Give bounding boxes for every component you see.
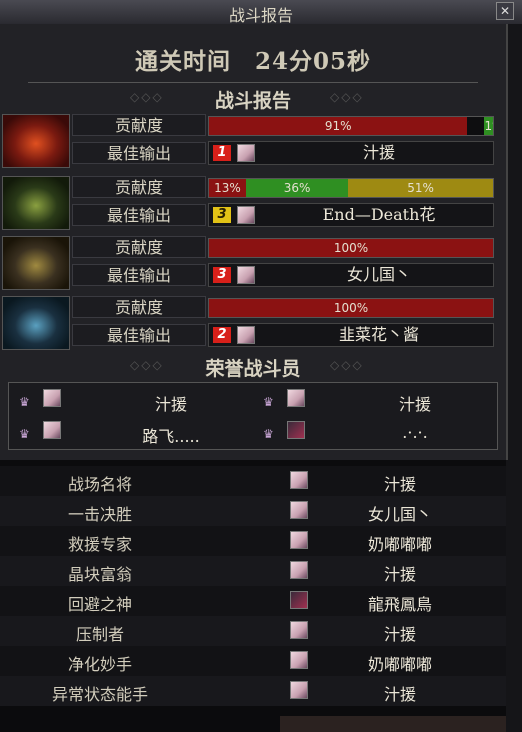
contribution-segment: 100%	[209, 239, 493, 257]
award-row[interactable]: 回避之神 龍飛鳳鳥	[0, 586, 506, 616]
section-title-report: 战斗报告	[214, 90, 291, 112]
award-title: 异常状态能手	[51, 685, 148, 704]
award-title: 回避之神	[67, 595, 132, 614]
contribution-bar: 100%	[208, 298, 494, 318]
green-demon-mask-icon	[2, 176, 70, 230]
best-player-name: 韭菜花丶酱	[338, 325, 419, 344]
rank-badge: 1	[213, 145, 231, 161]
award-winner: 奶嘟嘟嘟	[367, 535, 432, 554]
honor-member[interactable]: ♛ 路飞.....	[9, 419, 253, 449]
best-output-row[interactable]: 3 女儿国丶	[208, 263, 494, 287]
honor-member[interactable]: ♛ 汁援	[253, 387, 497, 417]
avatar	[287, 421, 305, 439]
contribution-segment: 91%	[209, 117, 468, 135]
window-title: 战斗报告	[228, 6, 293, 25]
section-title-honor: 荣誉战斗员	[205, 358, 301, 380]
best-output-row[interactable]: 2 韭菜花丶酱	[208, 323, 494, 347]
contribution-segment: 13%	[209, 179, 246, 197]
honor-member[interactable]: ♛ 汁援	[9, 387, 253, 417]
contribution-label: 贡献度	[72, 236, 206, 258]
award-winner: 汁援	[383, 685, 416, 704]
award-winner: 奶嘟嘟嘟	[367, 655, 432, 674]
honor-member-name: .·.·.	[402, 423, 428, 442]
honor-member-name: 汁援	[154, 395, 187, 414]
rank-badge: 2	[213, 327, 231, 343]
award-row[interactable]: 晶块富翁 汁援	[0, 556, 506, 586]
honor-member-name: 路飞.....	[142, 427, 200, 446]
award-winner: 女儿国丶	[367, 505, 432, 524]
avatar	[237, 326, 255, 344]
award-row[interactable]: 压制者 汁援	[0, 616, 506, 646]
contribution-segment: 36%	[245, 179, 349, 197]
award-row[interactable]: 战场名将 汁援	[0, 466, 506, 496]
rank-badge: 3	[213, 207, 231, 223]
award-row[interactable]: 一击决胜 女儿国丶	[0, 496, 506, 526]
best-player-name: End—Death花	[322, 205, 436, 224]
award-title: 救援专家	[67, 535, 132, 554]
award-title: 净化妙手	[67, 655, 132, 674]
award-winner: 汁援	[383, 625, 416, 644]
award-row[interactable]: 救援专家 奶嘟嘟嘟	[0, 526, 506, 556]
award-row[interactable]: 净化妙手 奶嘟嘟嘟	[0, 646, 506, 676]
crown-icon: ♛	[263, 395, 274, 409]
ornament-icon: ◇◇◇	[330, 90, 364, 104]
close-icon[interactable]: ✕	[496, 2, 514, 20]
award-title: 战场名将	[67, 475, 132, 494]
best-output-label: 最佳输出	[72, 324, 206, 346]
contribution-bar: 13% 36% 51%	[208, 178, 494, 198]
avatar	[287, 389, 305, 407]
divider	[28, 82, 478, 83]
red-demon-mask-icon	[2, 114, 70, 168]
crown-icon: ♛	[263, 427, 274, 441]
contribution-segment: 51%	[348, 179, 493, 197]
award-winner: 龍飛鳳鳥	[367, 595, 432, 614]
avatar	[43, 389, 61, 407]
contribution-label: 贡献度	[72, 176, 206, 198]
contribution-segment: 100%	[209, 299, 493, 317]
contribution-label: 贡献度	[72, 114, 206, 136]
best-output-label: 最佳输出	[72, 142, 206, 164]
avatar	[237, 266, 255, 284]
crown-icon: ♛	[19, 427, 30, 441]
best-player-name: 女儿国丶	[346, 265, 411, 284]
window-titlebar: 战斗报告 ✕	[0, 0, 522, 25]
award-title: 压制者	[75, 625, 124, 644]
honor-members: ♛ 汁援 ♛ 汁援 ♛ 路飞..... ♛ .·.·.	[8, 382, 498, 450]
best-output-label: 最佳输出	[72, 264, 206, 286]
contribution-bar: 91% 1%	[208, 116, 494, 136]
honor-member[interactable]: ♛ .·.·.	[253, 419, 497, 449]
award-title: 晶块富翁	[67, 565, 132, 584]
best-output-row[interactable]: 1 汁援	[208, 141, 494, 165]
bottom-toolbar	[280, 716, 506, 732]
blue-demon-mask-icon	[2, 296, 70, 350]
best-output-row[interactable]: 3 End—Death花	[208, 203, 494, 227]
honor-member-name: 汁援	[398, 395, 431, 414]
gold-demon-mask-icon	[2, 236, 70, 290]
avatar	[237, 206, 255, 224]
best-output-label: 最佳输出	[72, 204, 206, 226]
rank-badge: 3	[213, 267, 231, 283]
ornament-icon: ◇◇◇	[330, 358, 364, 372]
award-row[interactable]: 异常状态能手 汁援	[0, 676, 506, 706]
contribution-label: 贡献度	[72, 296, 206, 318]
award-winner: 汁援	[383, 565, 416, 584]
award-title: 一击决胜	[67, 505, 132, 524]
award-winner: 汁援	[383, 475, 416, 494]
clear-time: 通关时间 24分05秒	[134, 48, 371, 75]
crown-icon: ♛	[19, 395, 30, 409]
avatar	[43, 421, 61, 439]
scrollbar[interactable]	[506, 24, 522, 732]
best-player-name: 汁援	[362, 143, 395, 162]
contribution-segment	[467, 117, 485, 135]
avatar	[237, 144, 255, 162]
contribution-bar: 100%	[208, 238, 494, 258]
contribution-segment: 1%	[484, 117, 493, 135]
